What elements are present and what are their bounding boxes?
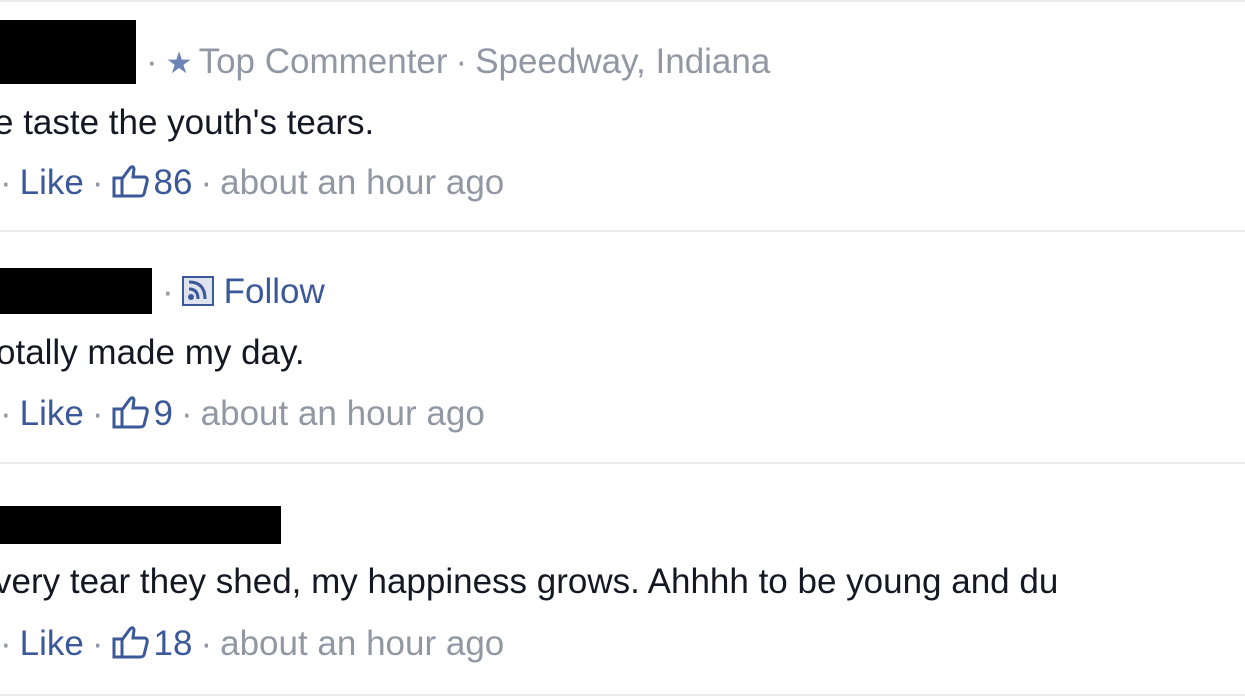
top-commenter-badge: Top Commenter (198, 42, 448, 81)
like-count[interactable]: 18 (154, 624, 193, 663)
comment-item: very tear they shed, my happiness grows.… (0, 464, 1245, 696)
timestamp[interactable]: about an hour ago (220, 163, 504, 202)
redacted-author-name (0, 506, 281, 544)
comment-text: very tear they shed, my happiness grows.… (0, 562, 1059, 601)
star-icon: ★ (165, 47, 193, 80)
comment-actions: · Like · 86 · about an hour ago (0, 163, 504, 207)
like-link[interactable]: Like (20, 163, 84, 202)
separator: · (91, 624, 104, 663)
comment-text: otally made my day. (0, 333, 305, 372)
separator: · (162, 272, 174, 311)
comment-meta: · Follow (154, 272, 325, 315)
rss-icon[interactable] (181, 275, 214, 315)
redacted-author-name (0, 268, 152, 314)
comment-item: · Follow otally made my day. · Like · 9 · abou… (0, 232, 1245, 464)
like-link[interactable]: Like (20, 394, 84, 433)
comment-meta: · ★ Top Commenter · Speedway, Indiana (138, 42, 770, 84)
thumbs-up-icon[interactable] (112, 164, 150, 207)
separator: · (181, 394, 193, 433)
comment-text: e taste the youth's tears. (0, 103, 375, 142)
comment-actions: · Like · 9 · about an hour ago (0, 394, 485, 438)
separator: · (91, 163, 104, 202)
timestamp[interactable]: about an hour ago (201, 394, 485, 433)
separator: · (0, 394, 12, 433)
follow-link[interactable]: Follow (224, 272, 325, 311)
like-count[interactable]: 9 (154, 394, 173, 433)
separator: · (200, 624, 213, 663)
thumbs-up-icon[interactable] (112, 395, 150, 438)
separator: · (91, 394, 104, 433)
commenter-location: Speedway, Indiana (475, 42, 771, 81)
timestamp[interactable]: about an hour ago (220, 624, 504, 663)
separator: · (146, 42, 158, 81)
separator: · (455, 42, 468, 81)
comment-item: · ★ Top Commenter · Speedway, Indiana e tast… (0, 0, 1245, 232)
separator: · (0, 624, 12, 663)
separator: · (200, 163, 213, 202)
thumbs-up-icon[interactable] (112, 625, 150, 668)
separator: · (0, 163, 12, 202)
like-link[interactable]: Like (20, 624, 84, 663)
redacted-author-name (0, 20, 136, 84)
like-count[interactable]: 86 (154, 163, 193, 202)
comment-actions: · Like · 18 · about an hour ago (0, 624, 504, 668)
